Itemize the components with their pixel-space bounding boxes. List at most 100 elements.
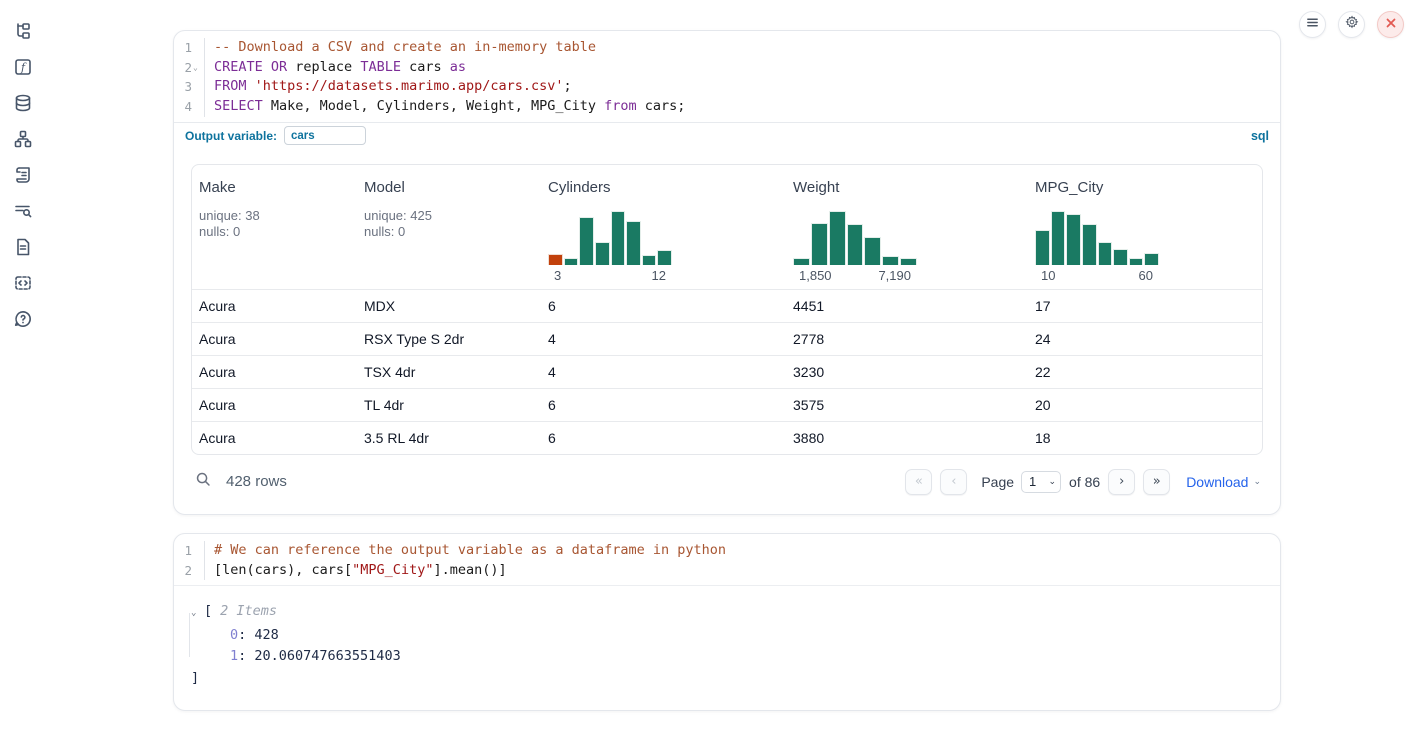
code-line[interactable]: 1# We can reference the output variable … xyxy=(174,541,1280,561)
column-histogram: 1,8507,190 xyxy=(793,211,917,289)
table-row[interactable]: AcuraTSX 4dr4323022 xyxy=(192,355,1262,388)
dependency-graph-icon[interactable] xyxy=(12,128,34,150)
column-header-label: MPG_City xyxy=(1035,179,1256,196)
histogram-bar[interactable] xyxy=(1066,214,1081,265)
histogram-bar[interactable] xyxy=(657,250,672,265)
table-cell: RSX Type S 2dr xyxy=(357,331,541,347)
code-line[interactable]: 4SELECT Make, Model, Cylinders, Weight, … xyxy=(174,97,1280,117)
table-cell: 6 xyxy=(541,298,786,314)
histogram-bar[interactable] xyxy=(1113,249,1128,265)
line-number-gutter: 4 xyxy=(174,97,205,117)
database-icon[interactable] xyxy=(12,92,34,114)
histogram-bar[interactable] xyxy=(811,223,828,265)
item-key: 1 xyxy=(230,646,238,668)
histogram-bar[interactable] xyxy=(579,217,594,265)
table-cell: Acura xyxy=(192,430,357,446)
last-page-button[interactable]: » xyxy=(1143,469,1170,495)
page-select-value: 1 xyxy=(1029,474,1036,489)
tree-guide-line xyxy=(189,613,190,657)
logs-search-icon[interactable] xyxy=(12,200,34,222)
table-row[interactable]: Acura3.5 RL 4dr6388018 xyxy=(192,421,1262,454)
code-line[interactable]: 2[len(cars), cars["MPG_City"].mean()] xyxy=(174,561,1280,581)
collapse-chevron-icon[interactable]: ⌄ xyxy=(191,603,204,625)
histogram-bar[interactable] xyxy=(900,258,917,264)
output-variable-input[interactable] xyxy=(284,126,366,145)
line-number: 2 xyxy=(184,58,192,78)
histogram-max-label: 7,190 xyxy=(878,268,911,283)
histogram-bar[interactable] xyxy=(1129,258,1144,265)
table-cell: 22 xyxy=(1028,364,1262,380)
documentation-icon[interactable] xyxy=(12,236,34,258)
search-icon[interactable] xyxy=(195,471,212,493)
column-header[interactable]: Makeunique: 38nulls: 0 xyxy=(192,165,357,289)
settings-gear-icon xyxy=(1345,15,1359,34)
file-tree-icon[interactable] xyxy=(12,20,34,42)
first-page-button[interactable]: « xyxy=(905,469,932,495)
histogram-bar[interactable] xyxy=(548,254,563,265)
histogram-bar[interactable] xyxy=(626,221,641,265)
function-icon[interactable]: f xyxy=(12,56,34,78)
chevron-down-icon: ⌄ xyxy=(1253,476,1261,487)
histogram-bar[interactable] xyxy=(1051,211,1066,265)
code-line[interactable]: 3FROM 'https://datasets.marimo.app/cars.… xyxy=(174,77,1280,97)
table-cell: 3.5 RL 4dr xyxy=(357,430,541,446)
column-header[interactable]: Weight 1,8507,190 xyxy=(786,165,1028,289)
download-button[interactable]: Download ⌄ xyxy=(1186,474,1261,490)
table-cell: 17 xyxy=(1028,298,1262,314)
item-value: : 20.060747663551403 xyxy=(238,646,401,668)
svg-text:f: f xyxy=(20,61,27,74)
table-row[interactable]: AcuraRSX Type S 2dr4277824 xyxy=(192,322,1262,355)
sql-code-editor[interactable]: 1-- Download a CSV and create an in-memo… xyxy=(174,31,1280,122)
python-cell: 1# We can reference the output variable … xyxy=(173,533,1281,711)
shutdown-button[interactable] xyxy=(1377,11,1404,38)
row-count: 428 rows xyxy=(226,473,287,490)
column-header-label: Weight xyxy=(793,179,1022,196)
histogram-bar[interactable] xyxy=(642,255,657,265)
histogram-bar[interactable] xyxy=(793,258,810,264)
output-tree-line: ⌄[2 Items xyxy=(191,601,1280,625)
histogram-bar[interactable] xyxy=(1144,253,1159,265)
table-cell: TSX 4dr xyxy=(357,364,541,380)
column-header[interactable]: Cylinders312 xyxy=(541,165,786,289)
page-total: of 86 xyxy=(1069,474,1100,490)
prev-page-button[interactable]: ‹ xyxy=(940,469,967,495)
histogram-bar[interactable] xyxy=(1098,242,1113,265)
scratchpad-icon[interactable] xyxy=(12,164,34,186)
histogram-bar[interactable] xyxy=(829,211,846,265)
cell-language-tag[interactable]: sql xyxy=(1251,129,1269,143)
code-line[interactable]: 1-- Download a CSV and create an in-memo… xyxy=(174,38,1280,58)
help-icon[interactable] xyxy=(12,308,34,330)
next-page-button[interactable]: › xyxy=(1108,469,1135,495)
histogram-bar[interactable] xyxy=(847,224,864,265)
histogram-bar[interactable] xyxy=(1082,224,1097,265)
notebook-actions xyxy=(1299,11,1404,38)
items-count: 2 Items xyxy=(220,601,277,623)
page-select[interactable]: 1 ⌄ xyxy=(1021,471,1061,493)
histogram-bar[interactable] xyxy=(1035,230,1050,265)
close-icon xyxy=(1385,16,1397,34)
code-text: -- Download a CSV and create an in-memor… xyxy=(205,38,596,58)
menu-button[interactable] xyxy=(1299,11,1326,38)
histogram-bar[interactable] xyxy=(882,256,899,265)
fold-chevron-icon[interactable]: ⌄ xyxy=(193,58,201,78)
histogram-bar[interactable] xyxy=(864,237,881,265)
item-key: 0 xyxy=(230,625,238,647)
column-header[interactable]: MPG_City1060 xyxy=(1028,165,1262,289)
download-label: Download xyxy=(1186,474,1248,490)
output-variable-label: Output variable: xyxy=(185,129,277,143)
results-table: Makeunique: 38nulls: 0Modelunique: 425nu… xyxy=(191,164,1263,455)
table-row[interactable]: AcuraMDX6445117 xyxy=(192,289,1262,322)
table-row[interactable]: AcuraTL 4dr6357520 xyxy=(192,388,1262,421)
settings-button[interactable] xyxy=(1338,11,1365,38)
snippets-icon[interactable] xyxy=(12,272,34,294)
histogram-bar[interactable] xyxy=(595,242,610,265)
item-value: : 428 xyxy=(238,625,279,647)
histogram-bar[interactable] xyxy=(611,211,626,265)
code-line[interactable]: 2⌄CREATE OR replace TABLE cars as xyxy=(174,58,1280,78)
python-code-editor[interactable]: 1# We can reference the output variable … xyxy=(174,534,1280,585)
histogram-max-label: 60 xyxy=(1139,268,1153,283)
code-text: CREATE OR replace TABLE cars as xyxy=(205,58,466,78)
column-header[interactable]: Modelunique: 425nulls: 0 xyxy=(357,165,541,289)
line-number: 4 xyxy=(184,97,192,117)
histogram-bar[interactable] xyxy=(564,258,579,265)
